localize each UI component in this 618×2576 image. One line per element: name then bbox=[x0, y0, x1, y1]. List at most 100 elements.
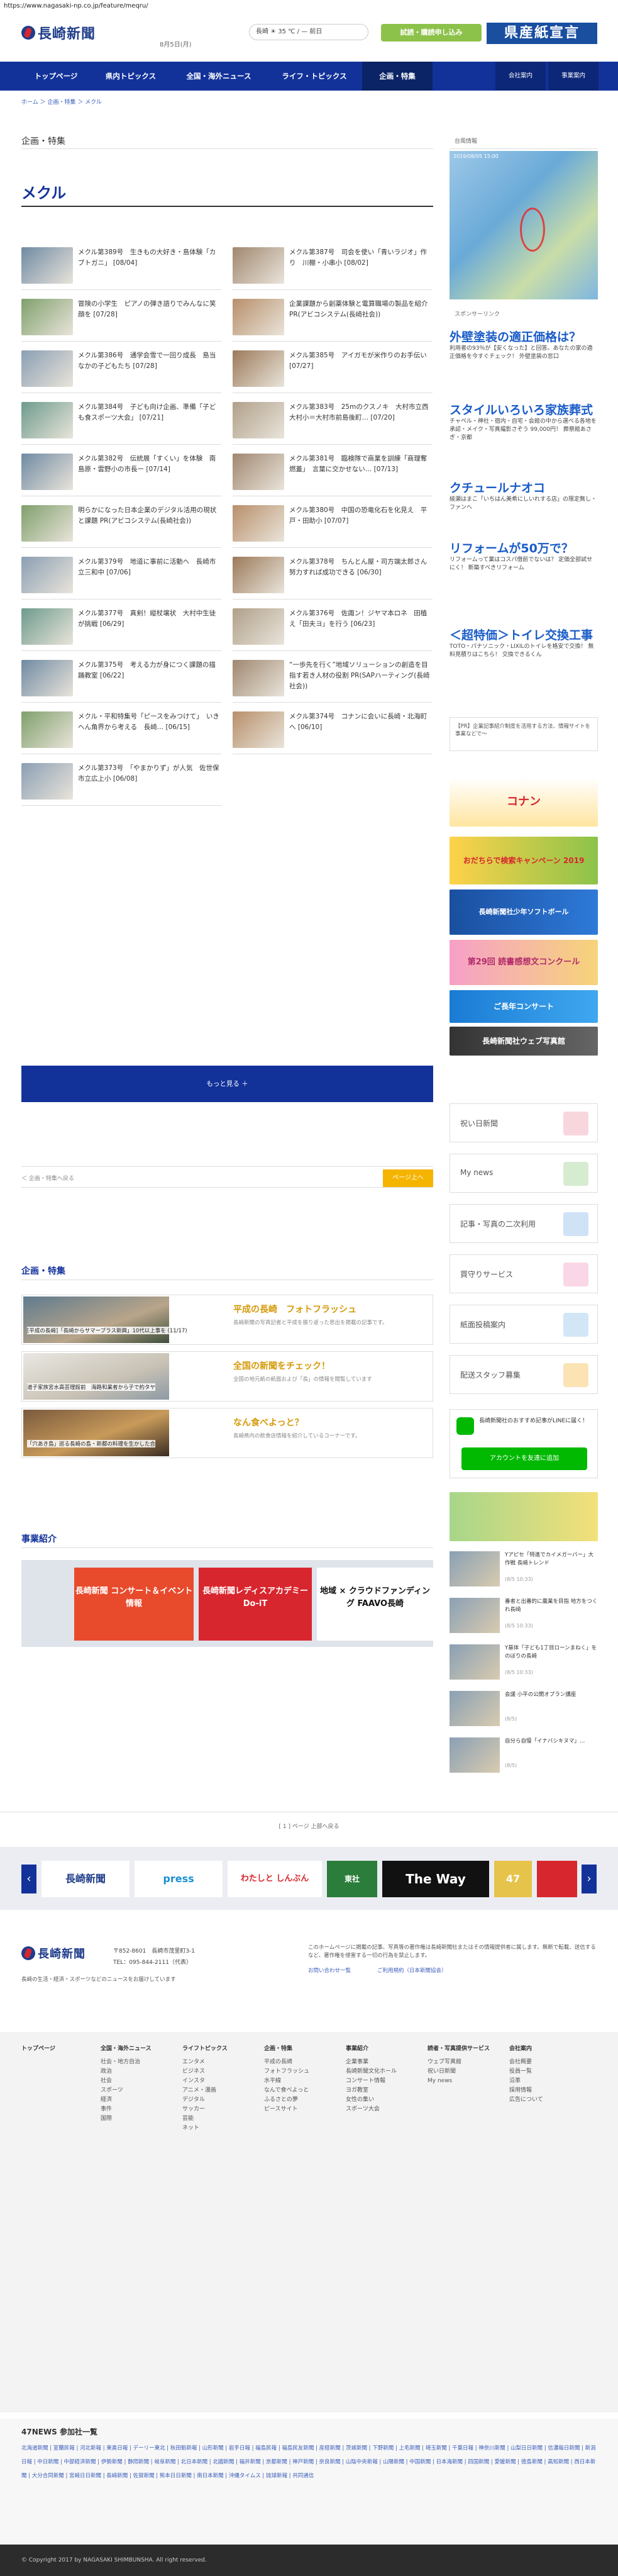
partner-banner[interactable]: わたしと しんぶん bbox=[228, 1861, 322, 1897]
sidebar-news-item[interactable]: 自分ら自慢「イナバシキヌマ」… (8/5) bbox=[450, 1737, 598, 1775]
article-card[interactable]: メクル第383号 25mのクスノキ 大村市立西大村小＝大村市前島後町… [07/… bbox=[233, 397, 433, 445]
article-card[interactable]: メクル第376号 佐諏ン！ジヤマ本ロネ 田植え「田夫ヨ」を行う [06/23] bbox=[233, 603, 433, 651]
sitemap-link[interactable]: エンタメ bbox=[182, 2058, 228, 2067]
sitemap-link[interactable]: 国際 bbox=[101, 2114, 152, 2124]
sitemap-link[interactable]: ふるさとの夢 bbox=[264, 2095, 309, 2105]
article-card[interactable]: メクル・平和特集号「ピースをみつけて」 いきへん角界から考える 長崎… [06/… bbox=[21, 706, 221, 754]
sidebar-news-item[interactable]: 番者と出番的に農業を目指 地方をつくれ長崎 (8/5 10:33) bbox=[450, 1598, 598, 1636]
news47-members[interactable]: 北海道新聞 | 室蘭民報 | 河北新報 | 東奥日報 | デーリー東北 | 秋田… bbox=[21, 2441, 597, 2483]
sitemap-link[interactable]: ウェブ写真館 bbox=[428, 2058, 490, 2067]
ad-item[interactable]: 外壁塗装の適正価格は？ 利用者の93％が【安くなった】と回答。あなたの家の適正価… bbox=[450, 330, 598, 361]
nav-local[interactable]: 県内トピックス bbox=[91, 62, 171, 91]
partner-banner[interactable]: 長崎新聞 bbox=[41, 1861, 130, 1897]
garden-banner[interactable] bbox=[450, 1492, 598, 1541]
nav-life[interactable]: ライフ・トピックス bbox=[267, 62, 362, 91]
sitemap-link[interactable]: 会社概要 bbox=[509, 2058, 543, 2067]
banner-campaign[interactable]: おだちらで検索キャンペーン 2019 bbox=[450, 837, 598, 884]
sitemap-link[interactable]: 水平線 bbox=[264, 2077, 309, 2086]
typhoon-map[interactable]: 2019/08/05 15:00 bbox=[450, 151, 598, 299]
business-banner-doit[interactable]: 長崎新聞レディスアカデミー Do-iT bbox=[199, 1568, 312, 1641]
back-link[interactable]: ＜ 企画・特集へ戻る bbox=[21, 1174, 74, 1182]
banner-essay[interactable]: 第29回 読書感想文コンクール bbox=[450, 940, 598, 985]
footer-terms-link[interactable]: ご利用規約（日本新聞協会） bbox=[377, 1966, 447, 1974]
feature-card[interactable]: [平成の長崎]「長崎からサマープラス新興」10代以上事を (11/17) 平成の… bbox=[21, 1295, 433, 1345]
nav-feature[interactable]: 企画・特集 bbox=[362, 62, 433, 91]
article-card[interactable]: メクル第384号 子ども向け企画、準備「子ども食スポーツ大会」 [07/21] bbox=[21, 397, 221, 445]
sitemap-link[interactable]: フォトフラッシュ bbox=[264, 2067, 309, 2077]
banner-conan[interactable]: コナン bbox=[450, 778, 598, 827]
nav-company[interactable]: 会社案内 bbox=[495, 62, 546, 91]
ad-item[interactable]: クチュールナオコ 綾瀬はまこ「いちはん美希にしいれする店」の限定無し・ファンへ bbox=[450, 481, 598, 512]
sitemap-link[interactable]: 広告について bbox=[509, 2095, 543, 2105]
ad-item[interactable]: スタイルいろいろ家族葬式 チャペル・神社・宿内・自宅・会館の中から選べる各地を承… bbox=[450, 403, 598, 442]
sidebar-link-celebration[interactable]: 祝い日新聞 bbox=[450, 1103, 598, 1142]
banner-photo[interactable]: 長崎新聞社ウェブ写真館 bbox=[450, 1027, 598, 1056]
article-card[interactable]: メクル第387号 司会を使い「青いラジオ」作り 川棚・小串小 [08/02] bbox=[233, 242, 433, 290]
sitemap-link[interactable]: 平成の長崎 bbox=[264, 2058, 309, 2067]
header-banner[interactable]: 県産紙宣言 bbox=[487, 23, 597, 44]
article-card[interactable]: メクル第378号 ちんとん屋・司方端太郎さん 努力すれば成功できる [06/30… bbox=[233, 552, 434, 599]
nav-business[interactable]: 事業案内 bbox=[548, 62, 599, 91]
article-card[interactable]: メクル第386号 通学会雪で一回り成長 島当なかの子どもたち [07/28] bbox=[21, 345, 221, 393]
sitemap-heading[interactable]: 事業紹介 bbox=[346, 2044, 397, 2054]
carousel-prev-icon[interactable]: ‹ bbox=[21, 1865, 36, 1893]
sitemap-link[interactable]: サッカー bbox=[182, 2105, 228, 2114]
nav-top[interactable]: トップページ bbox=[21, 62, 91, 91]
pr-notice[interactable]: 【PR】企業記事紹介制度を活用する方法、情報サイトを事業などで〜 bbox=[450, 717, 598, 751]
business-banner-faavo[interactable]: 地域 × クラウドファンディング FAAVO長崎 bbox=[317, 1568, 433, 1641]
sidebar-link-mynews[interactable]: My news bbox=[450, 1154, 598, 1193]
sitemap-link[interactable]: 沿革 bbox=[509, 2077, 543, 2086]
banner-concert[interactable]: ご長年コンサート bbox=[450, 990, 598, 1023]
sitemap-heading[interactable]: トップページ bbox=[21, 2044, 55, 2054]
article-card[interactable]: メクル第389号 生きもの大好き・島体験「カブトガニ」 [08/04] bbox=[21, 242, 221, 290]
sitemap-link[interactable]: 女性の集い bbox=[346, 2095, 397, 2105]
sitemap-link[interactable]: 芸能 bbox=[182, 2114, 228, 2124]
sitemap-link[interactable]: コンサート情報 bbox=[346, 2077, 397, 2086]
sitemap-link[interactable]: 長崎新聞文化ホール bbox=[346, 2067, 397, 2077]
carousel-next-icon[interactable]: › bbox=[582, 1865, 597, 1893]
sitemap-link[interactable]: 社会 bbox=[101, 2077, 152, 2086]
carousel-label[interactable]: [ 1 ] ページ 上部へ戻る bbox=[0, 1822, 618, 1830]
article-card[interactable]: “一歩先を行く”地域ソリューションの創造を目指す若き人材の役割 PR(SAPハー… bbox=[233, 655, 433, 703]
sitemap-link[interactable]: 経済 bbox=[101, 2095, 152, 2105]
sidebar-news-item[interactable]: Yアピセ「特進でカイメガーバー」大作戦 長崎トレンド (8/5 10:33) bbox=[450, 1551, 598, 1589]
weather-widget[interactable]: 長崎 ☀ 35 ℃ / — 前日 bbox=[249, 24, 368, 40]
sitemap-link[interactable]: なんで食べよっと bbox=[264, 2086, 309, 2095]
sitemap-link[interactable]: 政治 bbox=[101, 2067, 152, 2077]
sitemap-link[interactable]: 企業事業 bbox=[346, 2058, 397, 2067]
sitemap-heading[interactable]: 読者・写真提供サービス bbox=[428, 2044, 490, 2054]
sitemap-link[interactable]: 採用情報 bbox=[509, 2086, 543, 2095]
article-card[interactable]: メクル第374号 コナンに会いに長崎・北海町へ [06/10] bbox=[233, 706, 433, 754]
sitemap-link[interactable]: 事件 bbox=[101, 2105, 152, 2114]
ad-item[interactable]: ＜超特価＞トイレ交換工事 TOTO・パナソニック・LIXILのトイレを格安で交換… bbox=[450, 628, 598, 659]
sitemap-heading[interactable]: 全国・海外ニュース bbox=[101, 2044, 152, 2054]
banner-softball[interactable]: 長崎新聞社少年ソフトボール bbox=[450, 889, 598, 935]
sitemap-link[interactable]: ネット bbox=[182, 2124, 228, 2133]
sitemap-link[interactable]: 役員一覧 bbox=[509, 2067, 543, 2077]
site-logo[interactable]: 長崎新聞 bbox=[21, 23, 96, 43]
sitemap-link[interactable]: スポーツ bbox=[101, 2086, 152, 2095]
sitemap-link[interactable]: デジタル bbox=[182, 2095, 228, 2105]
feature-card[interactable]: 「穴あき島」巡る長崎の島・新都の料理を生かした合 なん食べよっと？ 長崎県内の飲… bbox=[21, 1408, 433, 1458]
partner-banner[interactable]: 47 bbox=[494, 1861, 532, 1897]
ad-item[interactable]: リフォームが50万で？ リフォームって業はコスパ借前でないは？ 定価全部試せにく… bbox=[450, 541, 598, 572]
sitemap-link[interactable]: ヨガ教室 bbox=[346, 2086, 397, 2095]
article-card[interactable]: メクル第377号 真剣！縦杖壌状 大村中生徒が挑戦 [06/29] bbox=[21, 603, 221, 651]
sitemap-link[interactable]: ビジネス bbox=[182, 2067, 228, 2077]
sitemap-link[interactable]: 社会・地方自治 bbox=[101, 2058, 152, 2067]
sidebar-link-post[interactable]: 紙面投稿案内 bbox=[450, 1305, 598, 1344]
sitemap-link[interactable]: My news bbox=[428, 2077, 490, 2086]
article-card[interactable]: メクル第381号 臨検隊で商業を訓練「商理奪燃蓋」 言葉に交かせない… [07/… bbox=[233, 449, 433, 496]
sitemap-link[interactable]: ピースサイト bbox=[264, 2105, 309, 2114]
article-card[interactable]: 明らかになった日本企業のデジタル活用の現状と課題 PR(アビコシステム(長崎社会… bbox=[21, 500, 221, 548]
sidebar-link-staff[interactable]: 配送スタッフ募集 bbox=[450, 1355, 598, 1394]
footer-logo[interactable]: 長崎新聞 bbox=[21, 1945, 86, 1961]
article-card[interactable]: 冒険の小学生 ピアノの弾き語りでみんなに笑顔を [07/28] bbox=[21, 294, 221, 342]
article-card[interactable]: メクル第375号 考える力が身につく課題の描踊教室 [06/22] bbox=[21, 655, 221, 703]
sidebar-link-reuse[interactable]: 記事・写真の二次利用 bbox=[450, 1204, 598, 1243]
article-card[interactable]: メクル第382号 伝統展「すくい」を体験 南島原・雲野小の市長ー [07/14] bbox=[21, 449, 221, 496]
partner-banner[interactable]: 東社 bbox=[327, 1861, 377, 1897]
sitemap-heading[interactable]: 企画・特集 bbox=[264, 2044, 309, 2054]
more-button[interactable]: もっと見る ＋ bbox=[21, 1066, 433, 1102]
article-card[interactable]: メクル第373号 「やまかりず」が人気 佐世保市立広上小 [06/08] bbox=[21, 758, 221, 806]
